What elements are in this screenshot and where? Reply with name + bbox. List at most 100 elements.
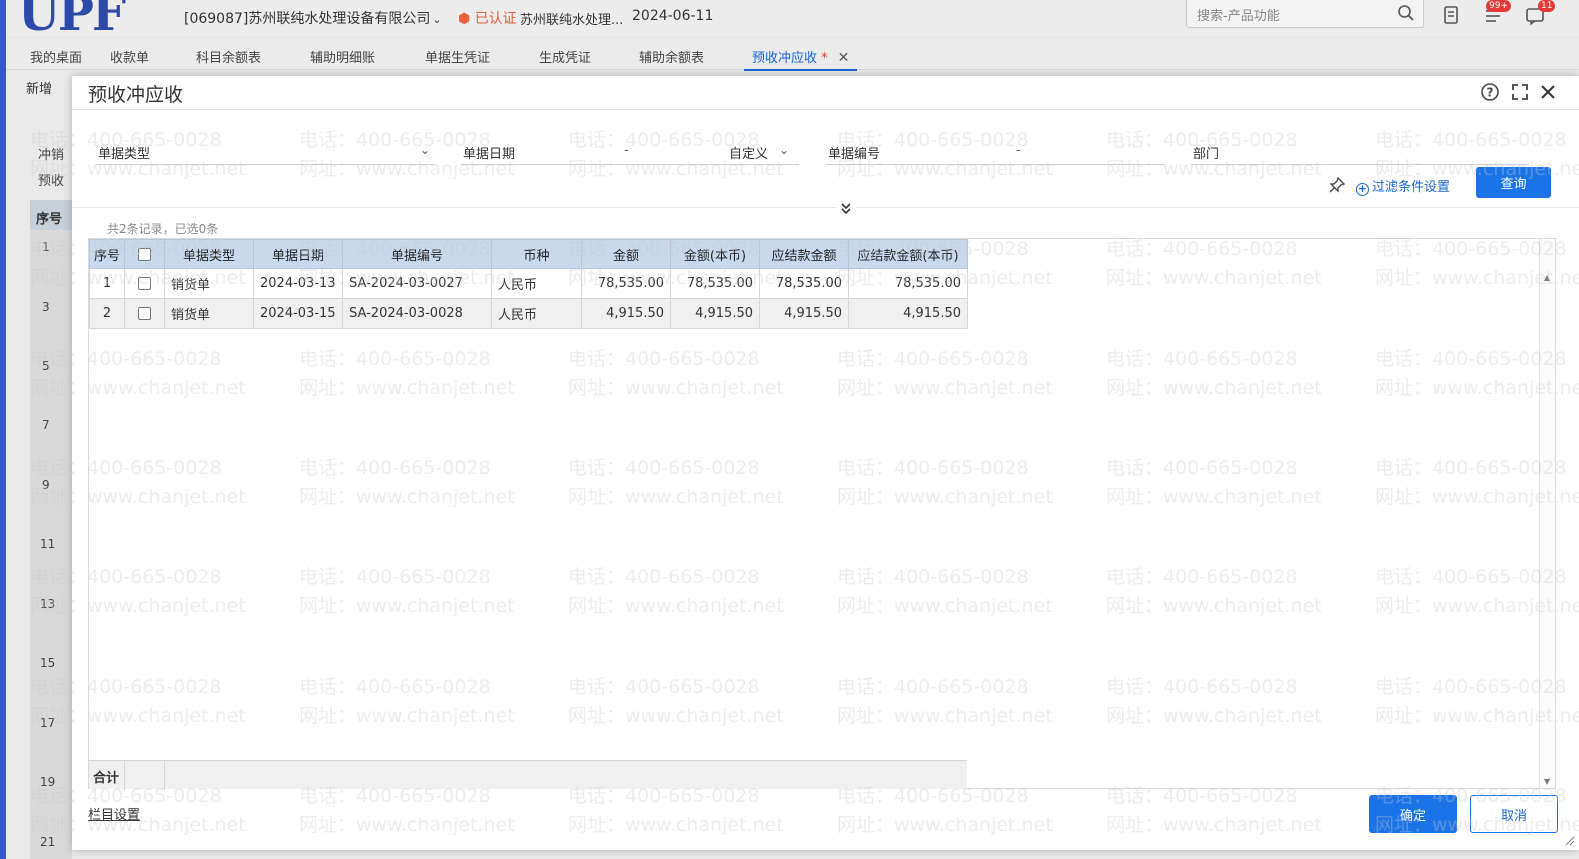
column-header: 单据类型 <box>164 239 254 269</box>
select-all-checkbox[interactable] <box>124 239 165 269</box>
query-button[interactable]: 查询 <box>1476 167 1551 198</box>
due-amount-local-cell: 4,915.50 <box>848 298 968 329</box>
column-header: 应结款金额 <box>759 239 849 269</box>
scroll-down-icon[interactable]: ▼ <box>1544 777 1550 786</box>
cancel-button[interactable]: 取消 <box>1470 795 1558 833</box>
bg-row-number: 3 <box>42 300 50 314</box>
checkbox-icon <box>138 307 151 320</box>
doc-date-label: 单据日期 <box>463 147 516 162</box>
row-checkbox[interactable] <box>124 268 165 299</box>
row-number: 1 <box>89 268 125 299</box>
row-number: 2 <box>89 298 125 329</box>
table-row[interactable]: 2 销货单 2024-03-15 SA-2024-03-0028 人民币 4,9… <box>89 298 968 329</box>
amount-local-cell: 78,535.00 <box>670 268 760 299</box>
task-badge: 99+ <box>1486 0 1511 12</box>
table-row[interactable]: 1 销货单 2024-03-13 SA-2024-03-0027 人民币 78,… <box>89 268 968 299</box>
checkbox-icon <box>138 247 151 261</box>
column-header: 单据编号 <box>342 239 492 269</box>
record-count: 共2条记录，已选0条 <box>107 222 219 236</box>
calculator-icon[interactable] <box>1440 4 1462 26</box>
task-button[interactable]: 99+ <box>1482 0 1511 26</box>
doc-type-filter[interactable]: 单据类型 ⌄ <box>96 141 434 165</box>
scroll-up-icon[interactable]: ▲ <box>1544 273 1550 282</box>
pin-icon[interactable] <box>1328 176 1346 194</box>
search-input[interactable]: 搜索-产品功能 <box>1186 0 1424 28</box>
column-header: 单据日期 <box>253 239 343 269</box>
column-settings-link[interactable]: 栏目设置 <box>88 804 140 823</box>
doc-no-filter[interactable]: 单据编号 - <box>826 141 1164 165</box>
new-button[interactable]: 新增 <box>26 78 52 97</box>
tab-aux-balance[interactable]: 辅助余额表 <box>639 47 704 66</box>
top-bar: UPF [069087]苏州联纯水处理设备有限公司 ⌄ ⬢ 已认证 苏州联纯水处理… <box>6 0 1579 42</box>
chevron-down-icon: ⌄ <box>420 143 431 157</box>
bg-row-number: 21 <box>40 835 56 849</box>
search-placeholder: 搜索-产品功能 <box>1197 9 1280 24</box>
help-icon[interactable]: ? <box>1480 82 1500 102</box>
currency-cell: 人民币 <box>491 268 582 299</box>
close-icon[interactable]: ✕ <box>838 50 850 66</box>
doc-no-range-dash: - <box>1016 143 1021 158</box>
table-header-row: 序号 单据类型 单据日期 单据编号 币种 金额 金额(本币) 应结款金额 应结款… <box>89 239 968 269</box>
tab-advance-offset-label: 预收冲应收 <box>752 51 818 66</box>
bg-row-number: 11 <box>40 537 56 551</box>
confirm-button[interactable]: 确定 <box>1369 795 1457 833</box>
doc-type-cell: 销货单 <box>164 298 254 329</box>
due-amount-cell: 4,915.50 <box>759 298 849 329</box>
background-toolbar: 新增 <box>6 72 76 100</box>
bg-row-number: 17 <box>40 716 56 730</box>
tab-desktop[interactable]: 我的桌面 <box>30 47 82 66</box>
chevron-down-icon: ⌄ <box>779 143 790 157</box>
close-icon[interactable] <box>1538 82 1558 102</box>
certified-company: 苏州联纯水处理... <box>520 13 624 28</box>
dept-filter[interactable]: 部门 <box>1191 141 1529 165</box>
background-label-offset: 冲销 <box>38 148 65 163</box>
left-accent-strip <box>0 0 6 859</box>
amount-local-cell: 4,915.50 <box>670 298 760 329</box>
filter-settings-link[interactable]: + 过滤条件设置 <box>1356 176 1450 196</box>
tab-bar: 我的桌面 收款单 科目余额表 辅助明细账 单据生凭证 生成凭证 辅助余额表 预收… <box>6 38 1579 71</box>
bg-row-number: 13 <box>40 597 56 611</box>
total-label: 合计 <box>89 761 125 790</box>
column-header: 币种 <box>491 239 582 269</box>
resize-handle-icon[interactable] <box>1563 834 1575 846</box>
doc-no-label: 单据编号 <box>828 147 881 162</box>
date-range-dash: - <box>624 143 629 158</box>
date-mode-select[interactable]: 自定义 <box>729 143 768 162</box>
document-grid: 序号 单据类型 单据日期 单据编号 币种 金额 金额(本币) 应结款金额 应结款… <box>88 238 1556 790</box>
column-header: 序号 <box>89 239 125 269</box>
message-badge: 11 <box>1538 0 1556 12</box>
column-header: 金额(本币) <box>670 239 760 269</box>
company-selector[interactable]: [069087]苏州联纯水处理设备有限公司 ⌄ <box>184 8 442 28</box>
certified-label: 已认证 <box>474 11 517 27</box>
tab-receipt[interactable]: 收款单 <box>110 47 149 66</box>
tab-aux-detail[interactable]: 辅助明细账 <box>310 47 375 66</box>
doc-date-filter[interactable]: 单据日期 - 自定义 ⌄ <box>461 141 799 165</box>
column-header: 金额 <box>581 239 671 269</box>
bg-row-number: 5 <box>42 359 50 373</box>
maximize-icon[interactable] <box>1510 82 1530 102</box>
search-icon[interactable] <box>1397 4 1415 22</box>
filter-settings-label: 过滤条件设置 <box>1372 180 1451 195</box>
doc-date-cell: 2024-03-13 <box>253 268 343 299</box>
bg-row-number: 9 <box>42 478 50 492</box>
advance-offset-dialog: 预收冲应收 ? 单据类型 ⌄ 单据日期 - 自定义 ⌄ 单据编号 - 部门 + 过… <box>72 76 1579 850</box>
background-grid: 序号 <box>30 200 72 859</box>
tab-advance-offset[interactable]: 预收冲应收 * ✕ <box>744 47 858 71</box>
double-chevron-down-icon[interactable] <box>836 200 856 218</box>
dialog-header-divider <box>72 109 1579 110</box>
document-table: 序号 单据类型 单据日期 单据编号 币种 金额 金额(本币) 应结款金额 应结款… <box>89 239 968 329</box>
company-name: [069087]苏州联纯水处理设备有限公司 <box>184 11 431 27</box>
amount-cell: 78,535.00 <box>581 268 671 299</box>
column-header: 应结款金额(本币) <box>848 239 968 269</box>
tab-account-balance[interactable]: 科目余额表 <box>196 47 261 66</box>
vertical-scrollbar[interactable]: ▲ ▼ <box>1539 239 1555 788</box>
tab-doc-voucher[interactable]: 单据生凭证 <box>425 47 490 66</box>
tab-generate-voucher[interactable]: 生成凭证 <box>539 47 591 66</box>
certified-badge: ⬢ 已认证 <box>458 11 517 27</box>
doc-type-cell: 销货单 <box>164 268 254 299</box>
currency-cell: 人民币 <box>491 298 582 329</box>
row-checkbox[interactable] <box>124 298 165 329</box>
bg-row-number: 7 <box>42 418 50 432</box>
bg-row-number: 15 <box>40 656 56 670</box>
message-button[interactable]: 11 <box>1524 0 1556 26</box>
